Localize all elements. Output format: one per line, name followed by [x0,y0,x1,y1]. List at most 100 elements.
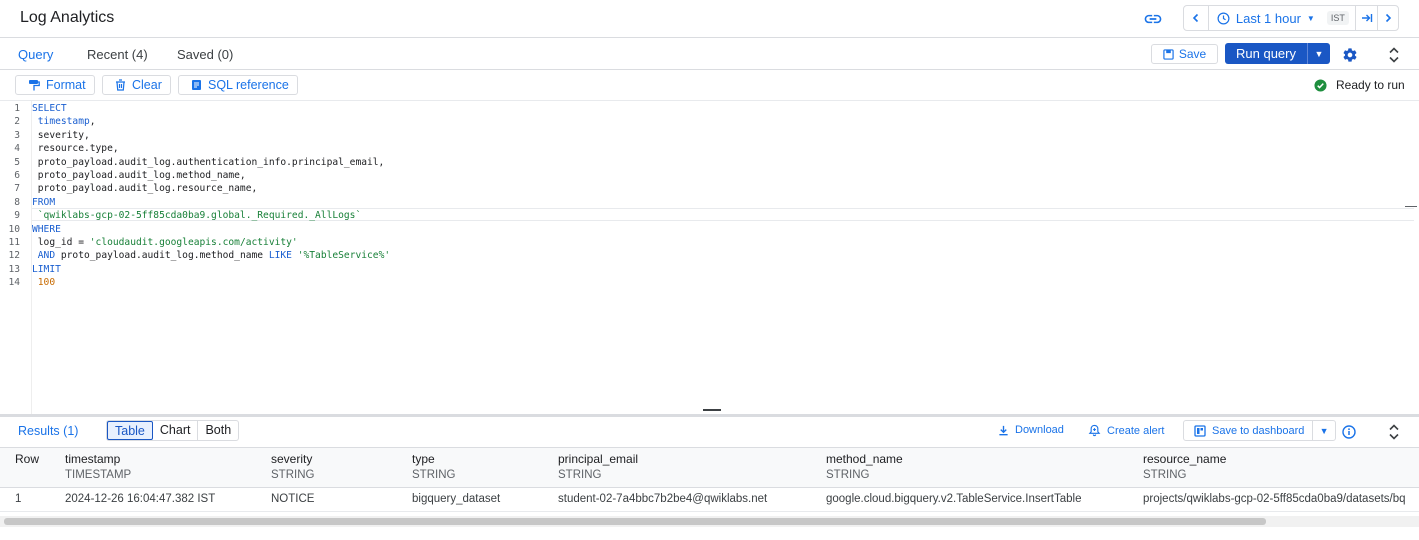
line-number: 1 [14,103,20,114]
save-button[interactable]: Save [1151,44,1218,64]
code-token: '%TableService%' [297,250,391,262]
code-token: severity, [32,129,90,141]
time-range-select[interactable]: Last 1 hour ▼ IST [1209,6,1357,30]
save-to-dashboard-main[interactable]: Save to dashboard [1184,421,1314,440]
info-icon[interactable] [1342,425,1356,439]
prev-time-button[interactable] [1184,6,1209,30]
code-token: log_id = [32,237,90,248]
view-chart-button[interactable]: Chart [153,421,199,440]
line-number: 14 [8,277,20,289]
download-button[interactable]: Download [998,424,1064,436]
create-alert-label: Create alert [1107,424,1165,437]
link-icon[interactable] [1143,9,1163,29]
column-header-resource-name[interactable]: resource_name [1143,452,1226,466]
results-toolbar: Results (1) Table Chart Both Download Cr… [0,417,1419,447]
line-number: 12 [8,250,20,262]
line-number: 3 [14,129,20,141]
run-options-caret-icon[interactable]: ▼ [1308,49,1330,59]
format-label: Format [46,78,86,92]
code-token: LIKE [268,250,292,262]
code-token: resource.type, [32,143,119,155]
code-token: 'cloudaudit.googleapis.com/activity' [89,237,298,248]
code-token: proto_payload.audit_log.method_name [55,250,269,262]
column-header-severity[interactable]: severity [271,452,312,466]
document-icon [192,80,201,90]
code-token: proto_payload.audit_log.resource_name, [32,183,258,195]
editor-toolbar: Format Clear SQL reference Ready to run [0,70,1419,101]
table-header: Row timestamp TIMESTAMP severity STRING … [0,447,1419,488]
top-bar: Log Analytics Last 1 hour ▼ IST [0,0,1419,38]
sql-reference-label: SQL reference [208,78,289,92]
page-title: Log Analytics [20,9,115,26]
gear-icon[interactable] [1342,47,1358,63]
column-header-type[interactable]: type [412,452,435,466]
column-type-severity: STRING [271,469,315,481]
run-query-button[interactable]: Run query ▼ [1225,43,1330,64]
code-text: SELECT [32,102,67,115]
code-text: `qwiklabs-gcp-02-5ff85cda0ba9.global._Re… [32,209,361,222]
view-both-button[interactable]: Both [198,421,238,440]
tab-recent[interactable]: Recent (4) [87,47,148,62]
column-header-principal-email[interactable]: principal_email [558,452,638,466]
next-time-button[interactable] [1378,6,1398,30]
cell-method-name: google.cloud.bigquery.v2.TableService.In… [826,493,1082,505]
cell-resource-name: projects/qwiklabs-gcp-02-5ff85cda0ba9/da… [1143,493,1406,505]
sql-editor[interactable]: 1 SELECT 2 timestamp, 3 severity, 4 resource… [0,101,1419,414]
download-label: Download [1015,424,1064,436]
dashboard-options-caret-icon[interactable]: ▼ [1313,426,1335,436]
code-token: proto_payload.audit_log.authentication_i… [32,156,385,168]
format-paint-icon [29,80,40,91]
create-alert-button[interactable]: Create alert [1088,424,1164,437]
view-toggle: Table Chart Both [106,420,240,441]
cell-type: bigquery_dataset [412,493,501,505]
time-range-label: Last 1 hour [1235,10,1301,26]
column-header-timestamp[interactable]: timestamp [65,452,120,466]
view-table-button[interactable]: Table [107,421,153,440]
query-tabs-bar: Query Recent (4) Saved (0) Save Run quer… [0,39,1419,70]
table-row[interactable]: 1 2024-12-26 16:04:47.382 IST NOTICE big… [0,488,1419,512]
tab-query[interactable]: Query [18,47,53,62]
floppy-icon [1163,48,1174,60]
horizontal-scrollbar[interactable] [4,518,1266,525]
code-text: LIMIT [32,263,61,276]
clear-button[interactable]: Clear [102,75,171,95]
code-text: timestamp, [32,115,96,128]
time-range-picker: Last 1 hour ▼ IST [1183,5,1399,31]
line-number: 11 [8,237,20,248]
code-text: 100 [32,276,55,289]
line-number: 10 [8,223,20,235]
cell-principal-email: student-02-7a4bbc7b2be4@qwiklabs.net [558,493,768,505]
caret-down-icon: ▼ [1306,13,1315,23]
code-token: FROM [32,196,56,208]
expand-collapse-icon[interactable] [1386,46,1402,64]
line-number: 5 [14,156,20,168]
code-text: log_id = 'cloudaudit.googleapis.com/acti… [32,236,298,249]
cell-severity: NOTICE [271,493,315,505]
column-type-type: STRING [412,469,456,481]
run-query-label[interactable]: Run query [1225,43,1308,64]
line-number: 2 [14,116,20,128]
bell-plus-icon [1088,424,1101,437]
tab-results[interactable]: Results (1) [18,424,78,438]
expand-collapse-icon[interactable] [1386,423,1402,441]
code-token: , [89,116,96,128]
code-token: proto_payload.audit_log.method_name, [32,170,246,181]
column-header-method-name[interactable]: method_name [826,452,903,466]
line-number: 4 [14,143,20,155]
code-text: severity, [32,129,90,142]
column-header-row: Row [15,452,40,466]
code-token: AND [32,250,56,262]
code-token: `qwiklabs-gcp-02-5ff85cda0ba9.global._Re… [32,210,362,222]
code-text: FROM [32,196,55,209]
line-number: 8 [14,196,20,208]
format-button[interactable]: Format [15,75,95,95]
sql-reference-button[interactable]: SQL reference [178,75,298,95]
tab-saved[interactable]: Saved (0) [177,47,233,62]
line-number: 6 [14,170,20,181]
query-status: Ready to run [1314,78,1405,92]
jump-to-now-button[interactable] [1356,6,1379,30]
code-token: SELECT [32,103,67,114]
code-text: proto_payload.audit_log.resource_name, [32,182,258,195]
resize-handle-icon[interactable] [703,409,721,411]
timezone-badge: IST [1326,11,1349,25]
